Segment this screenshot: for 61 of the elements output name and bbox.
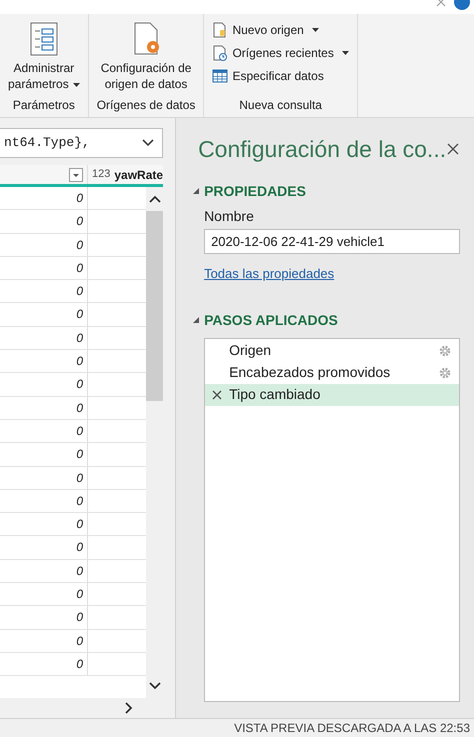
table-cell: 0 bbox=[0, 583, 88, 606]
table-cell: 0 bbox=[0, 490, 88, 512]
table-cell: 0 bbox=[0, 560, 88, 582]
table-cell: 0 bbox=[0, 630, 88, 652]
step-item[interactable]: Encabezados promovidos bbox=[205, 362, 460, 384]
caret-icon bbox=[342, 51, 349, 55]
scroll-right-icon[interactable] bbox=[125, 702, 134, 714]
section-heading: PROPIEDADES bbox=[204, 182, 306, 200]
name-field[interactable]: 2020-12-06 22-41-29 vehicle1 bbox=[204, 228, 460, 254]
step-label: Tipo cambiado bbox=[229, 385, 322, 404]
panel-title: Configuración de la co... bbox=[198, 135, 446, 164]
step-item[interactable]: Origen bbox=[205, 340, 460, 362]
ribbon-button[interactable]: Administrar parámetros bbox=[4, 18, 84, 95]
group-label: Orígenes de datos bbox=[96, 97, 196, 114]
table-cell: 0 bbox=[0, 652, 88, 676]
formula-bar[interactable]: nt64.Type}, bbox=[0, 128, 164, 158]
document-clock-icon bbox=[212, 45, 228, 61]
table-cell: 0 bbox=[0, 466, 88, 489]
table-cell: 0 bbox=[0, 396, 88, 419]
table-icon bbox=[212, 68, 228, 84]
table-cell: 0 bbox=[0, 420, 88, 442]
table-cell: 0 bbox=[0, 606, 88, 629]
horizontal-scrollbar[interactable] bbox=[0, 698, 164, 718]
step-label: Encabezados promovidos bbox=[229, 363, 392, 382]
table-cell: 0 bbox=[0, 326, 88, 350]
ribbon-button[interactable]: Nuevo origen bbox=[208, 20, 353, 40]
table-cell: 0 bbox=[0, 210, 88, 233]
close-icon[interactable] bbox=[446, 142, 460, 156]
table-cell: 0 bbox=[0, 443, 88, 466]
status-text: VISTA PREVIA DESCARGADA A LAS 22:53 bbox=[234, 720, 470, 737]
table-cell: 0 bbox=[0, 303, 88, 326]
field-label: Nombre bbox=[204, 206, 255, 226]
table-cell: 0 bbox=[0, 350, 88, 372]
group-label: Parámetros bbox=[12, 97, 76, 114]
chevron-down-icon[interactable] bbox=[142, 139, 154, 147]
caret-icon bbox=[312, 28, 319, 32]
table-cell: 0 bbox=[0, 280, 88, 302]
close-icon[interactable] bbox=[436, 0, 446, 8]
table-cell: 0 bbox=[0, 187, 88, 210]
section-heading: PASOS APLICADOS bbox=[204, 310, 338, 330]
table-cell: 0 bbox=[0, 234, 88, 256]
filter-dropdown-icon[interactable] bbox=[69, 168, 83, 182]
help-icon[interactable] bbox=[454, 0, 470, 10]
table-cell: 0 bbox=[0, 536, 88, 559]
ribbon-button[interactable]: Configuración de origen de datos bbox=[96, 18, 196, 95]
all-properties-link[interactable]: Todas las propiedades bbox=[204, 266, 334, 280]
collapse-icon[interactable] bbox=[193, 317, 200, 323]
table-cell: 0 bbox=[0, 513, 88, 536]
ribbon-button[interactable]: Orígenes recientes bbox=[208, 43, 353, 63]
caret-icon bbox=[72, 82, 80, 87]
collapse-icon[interactable] bbox=[193, 188, 200, 194]
group-label: Nueva consulta bbox=[238, 97, 323, 114]
table-cell: 0 bbox=[0, 256, 88, 280]
step-item[interactable]: Tipo cambiado bbox=[205, 384, 460, 406]
delete-icon[interactable] bbox=[212, 390, 222, 400]
step-label: Origen bbox=[229, 341, 272, 360]
scroll-down-icon[interactable] bbox=[148, 682, 161, 690]
table-cell: 0 bbox=[0, 373, 88, 396]
document-database-icon bbox=[212, 22, 228, 38]
scroll-up-icon[interactable] bbox=[148, 195, 161, 203]
ribbon-button[interactable]: Especificar datos bbox=[208, 66, 353, 86]
